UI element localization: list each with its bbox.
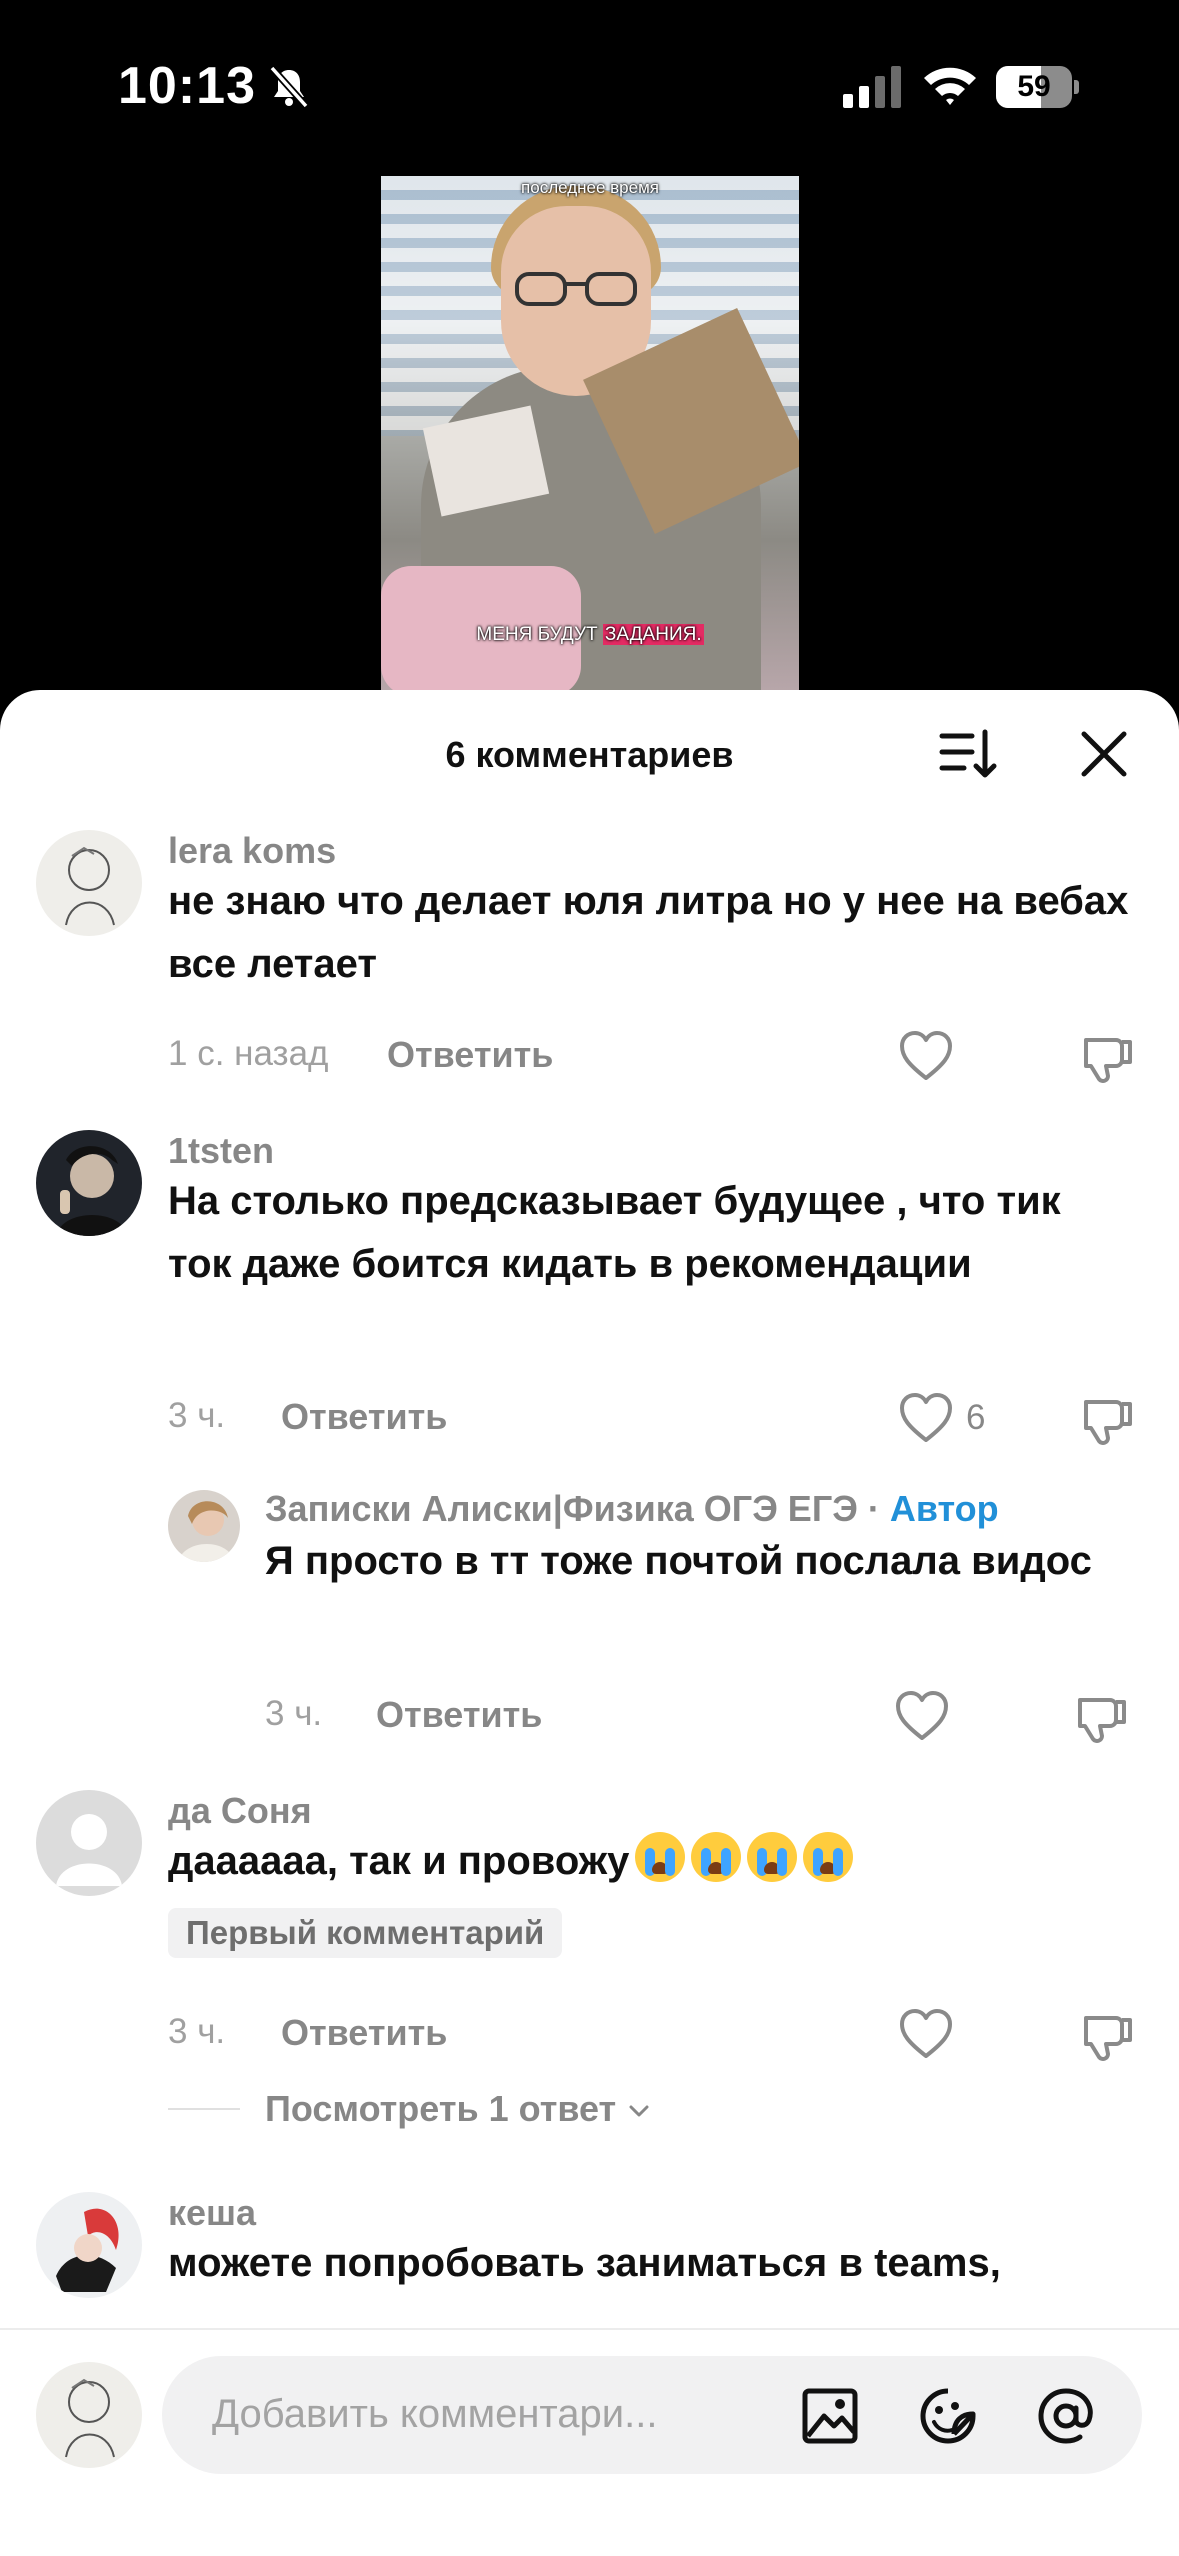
video-caption-bottom: МЕНЯ БУДУТ ЗАДАНИЯ. — [476, 624, 704, 645]
reply-button[interactable]: Ответить — [387, 1034, 553, 1076]
comment-username[interactable]: lera koms — [168, 830, 336, 872]
mention-icon[interactable] — [1036, 2386, 1096, 2446]
video-preview[interactable]: последнее время МЕНЯ БУДУТ ЗАДАНИЯ. — [381, 176, 799, 696]
view-replies-button[interactable]: Посмотреть 1 ответ — [265, 2088, 652, 2130]
comment-text: не знаю что делает юля литра но у нее на… — [168, 879, 1129, 986]
wifi-icon — [924, 67, 976, 105]
loudly-crying-emoji — [635, 1832, 686, 1882]
battery-icon: 59 — [996, 66, 1080, 108]
comment-item: lera koms не знаю что делает юля литра н… — [0, 830, 1179, 1120]
comment-text: можете попробовать заниматься в teams, — [168, 2241, 1001, 2285]
avatar[interactable] — [168, 1490, 240, 1562]
reply-button[interactable]: Ответить — [281, 2012, 447, 2054]
sort-icon[interactable] — [938, 726, 998, 782]
comment-text: На столько предсказывает будущее , что т… — [168, 1179, 1061, 1286]
loudly-crying-emoji — [747, 1832, 798, 1882]
comments-count-title: 6 комментариев — [445, 734, 734, 775]
bell-muted-icon — [269, 65, 309, 109]
avatar[interactable] — [36, 1790, 142, 1896]
close-icon[interactable] — [1076, 726, 1132, 782]
comment-time: 1 с. назад — [168, 1034, 329, 1073]
comment-item: кеша можете попробовать заниматься в tea… — [0, 2192, 1179, 2332]
image-icon[interactable] — [800, 2386, 860, 2446]
comments-sheet: 6 комментариев lera koms не знаю что дел… — [0, 690, 1179, 2556]
heart-icon[interactable] — [898, 1392, 954, 1444]
heart-icon[interactable] — [898, 1030, 954, 1082]
dislike-icon[interactable] — [1080, 2008, 1136, 2064]
avatar[interactable] — [36, 830, 142, 936]
current-user-avatar[interactable] — [36, 2362, 142, 2468]
comment-input[interactable]: Добавить комментари... — [162, 2356, 1142, 2474]
cellular-signal-icon — [843, 66, 901, 108]
comment-username[interactable]: кеша — [168, 2192, 256, 2234]
comment-username[interactable]: да Соня — [168, 1790, 312, 1832]
chevron-down-icon — [629, 2105, 649, 2117]
author-tag: Автор — [889, 1488, 999, 1529]
avatar[interactable] — [36, 1130, 142, 1236]
battery-percent: 59 — [1017, 70, 1051, 103]
comment-input-bar: Добавить комментари... — [0, 2328, 1179, 2556]
heart-icon[interactable] — [898, 2008, 954, 2060]
loudly-crying-emoji — [803, 1832, 854, 1882]
reply-item: Записки Алиски|Физика ОГЭ ЕГЭ · Автор Я … — [0, 1488, 1179, 1743]
caption-highlight: ЗАДАНИЯ. — [602, 624, 704, 645]
dislike-icon[interactable] — [1080, 1030, 1136, 1086]
reply-button[interactable]: Ответить — [376, 1694, 542, 1736]
comment-username[interactable]: Записки Алиски|Физика ОГЭ ЕГЭ · Автор — [265, 1488, 999, 1530]
heart-icon[interactable] — [894, 1690, 950, 1742]
status-bar: 10:13 59 — [0, 0, 1179, 170]
comment-time: 3 ч. — [168, 2012, 226, 2051]
comment-input-placeholder: Добавить комментари... — [212, 2392, 658, 2436]
comment-time: 3 ч. — [265, 1694, 323, 1733]
video-caption-top: последнее время — [521, 178, 659, 197]
dislike-icon[interactable] — [1080, 1392, 1136, 1448]
comment-text: дааааaа, так и провожу — [168, 1830, 1148, 1893]
status-time: 10:13 — [118, 57, 256, 115]
view-replies-divider — [168, 2108, 240, 2110]
avatar[interactable] — [36, 2192, 142, 2298]
comment-username[interactable]: 1tsten — [168, 1130, 274, 1172]
glasses-shape — [515, 272, 637, 306]
first-comment-badge: Первый комментарий — [168, 1908, 563, 1958]
dislike-icon[interactable] — [1074, 1690, 1130, 1746]
comment-item: да Соня дааааaа, так и провожу Первый ко… — [0, 1790, 1179, 2150]
comment-text: Я просто в тт тоже почтой послала видос — [265, 1539, 1092, 1583]
comment-time: 3 ч. — [168, 1396, 226, 1435]
comment-item: 1tsten На столько предсказывает будущее … — [0, 1130, 1179, 1445]
reply-button[interactable]: Ответить — [281, 1396, 447, 1438]
like-count: 6 — [966, 1398, 986, 1437]
emoji-sticker-icon[interactable] — [918, 2386, 978, 2446]
loudly-crying-emoji — [691, 1832, 742, 1882]
